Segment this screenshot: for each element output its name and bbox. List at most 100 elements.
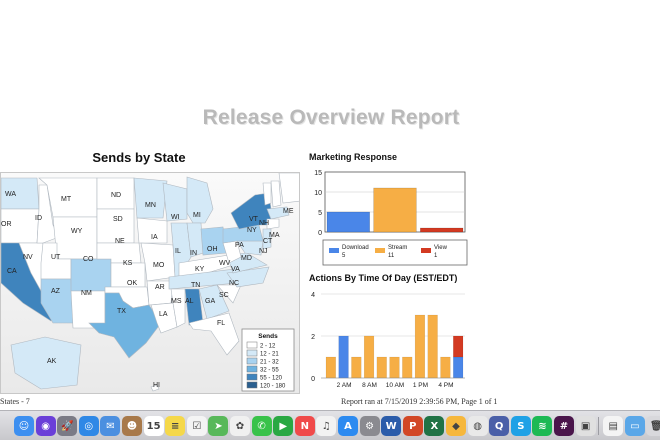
state-label: KS bbox=[123, 260, 133, 267]
marketing-response-title: Marketing Response bbox=[309, 152, 398, 162]
siri-icon[interactable]: ◉ bbox=[35, 416, 56, 436]
state-label: CA bbox=[7, 268, 17, 275]
state-label: MT bbox=[61, 196, 72, 203]
contacts-icon[interactable]: ☻ bbox=[122, 416, 142, 436]
map-legend-swatch bbox=[246, 349, 258, 357]
safari-icon[interactable]: ◎ bbox=[78, 416, 99, 436]
folder-icon[interactable]: ▭ bbox=[624, 416, 645, 436]
map-legend-title: Sends bbox=[258, 333, 278, 340]
y-tick-label: 0 bbox=[311, 376, 315, 383]
sketch-icon[interactable]: ◆ bbox=[446, 416, 466, 436]
map-legend: Sends 2 - 12 12 - 21 21 - 32 32 - 55 55 - 120… bbox=[241, 328, 295, 392]
state-label: NH bbox=[259, 220, 269, 227]
bar-segment bbox=[402, 356, 413, 379]
legend-label: View bbox=[434, 245, 448, 251]
photos-icon[interactable]: ✿ bbox=[230, 416, 250, 436]
calendar-icon[interactable]: 15 bbox=[143, 416, 164, 436]
news-icon[interactable]: N bbox=[294, 416, 315, 436]
bar-segment bbox=[338, 335, 349, 379]
map-legend-label: 32 - 55 bbox=[260, 368, 279, 374]
state-co bbox=[70, 258, 112, 292]
state-me bbox=[278, 173, 299, 204]
state-label: FL bbox=[217, 320, 225, 327]
reminders-icon[interactable]: ☑ bbox=[186, 416, 207, 436]
state-map-panel: WA OR CA NV ID MT WY UT AZ CO NM ND SD NE KS OK TX MN IA MO… bbox=[0, 172, 300, 394]
documents-icon[interactable]: ▤ bbox=[603, 416, 624, 436]
dock-separator bbox=[598, 417, 600, 435]
state-label: KY bbox=[195, 266, 205, 273]
bar-segment bbox=[453, 356, 464, 379]
word-icon[interactable]: W bbox=[381, 416, 402, 436]
state-label: MN bbox=[145, 202, 156, 209]
trash-icon[interactable]: 🗑 bbox=[646, 416, 660, 436]
x-tick-label: 2 AM bbox=[337, 382, 352, 389]
x-tick-label: 1 PM bbox=[413, 382, 428, 389]
state-label: IA bbox=[151, 234, 158, 241]
launchpad-icon[interactable]: 🚀 bbox=[57, 416, 78, 436]
legend-swatch bbox=[375, 248, 385, 253]
bar-segment bbox=[351, 356, 362, 379]
state-label: NM bbox=[81, 290, 92, 297]
time-of-day-chart: 0 2 4 2 AM 8 AM 10 AM 1 PM 4 PM bbox=[311, 292, 465, 389]
map-legend-label: 55 - 120 bbox=[260, 376, 283, 382]
powerpoint-icon[interactable]: P bbox=[402, 416, 423, 436]
facetime-icon[interactable]: ▶ bbox=[273, 416, 294, 436]
legend-label: Stream bbox=[388, 245, 407, 251]
y-tick-label: 4 bbox=[311, 292, 315, 299]
mail-icon[interactable]: ✉ bbox=[100, 416, 121, 436]
map-legend-swatch bbox=[246, 357, 258, 365]
state-label: VT bbox=[249, 216, 259, 223]
finder-icon[interactable]: ☺ bbox=[14, 416, 34, 436]
legend-label: Download bbox=[342, 245, 369, 251]
bar-segment bbox=[440, 356, 451, 379]
state-label: CT bbox=[263, 238, 273, 245]
x-tick-label: 8 AM bbox=[362, 382, 377, 389]
bar-segment bbox=[427, 314, 438, 379]
map-legend-swatch bbox=[246, 381, 258, 389]
state-label: SC bbox=[219, 292, 229, 299]
messages-icon[interactable]: ✆ bbox=[251, 416, 272, 436]
state-label: AK bbox=[47, 358, 57, 365]
chrome-icon[interactable]: ◍ bbox=[467, 416, 488, 436]
state-label: ID bbox=[35, 215, 42, 222]
legend-swatch bbox=[329, 248, 339, 253]
state-label: NC bbox=[229, 280, 239, 287]
maps-icon[interactable]: ➤ bbox=[208, 416, 229, 436]
us-state-map: WA OR CA NV ID MT WY UT AZ CO NM ND SD NE KS OK TX MN IA MO… bbox=[1, 173, 299, 392]
state-label: SD bbox=[113, 216, 123, 223]
slack-icon[interactable]: # bbox=[554, 416, 574, 436]
appstore-icon[interactable]: A bbox=[338, 416, 358, 436]
x-tick-label: 10 AM bbox=[386, 382, 404, 389]
map-legend-label: 120 - 180 bbox=[260, 384, 286, 390]
preview-icon[interactable]: ▣ bbox=[575, 416, 596, 436]
state-label: ND bbox=[111, 192, 121, 199]
state-label: OH bbox=[207, 246, 218, 253]
state-nh bbox=[270, 180, 282, 208]
y-tick-label: 15 bbox=[314, 170, 322, 177]
state-label: AZ bbox=[51, 288, 61, 295]
state-label: CO bbox=[83, 256, 94, 263]
state-ak bbox=[10, 336, 82, 390]
preferences-icon[interactable]: ⚙ bbox=[359, 416, 380, 436]
state-label: LA bbox=[159, 311, 168, 318]
state-label: AL bbox=[185, 298, 194, 305]
map-title: Sends by State bbox=[92, 150, 186, 165]
skype-icon[interactable]: S bbox=[510, 416, 531, 436]
state-label: TX bbox=[117, 308, 126, 315]
music-icon[interactable]: ♫ bbox=[316, 416, 337, 436]
bar-segment bbox=[453, 335, 464, 358]
bar-segment bbox=[389, 356, 400, 379]
quicktime-icon[interactable]: Q bbox=[489, 416, 510, 436]
bar-segment bbox=[414, 314, 426, 379]
state-label: MO bbox=[153, 262, 165, 269]
dock: ☺ ◉ 🚀 ◎ ✉ ☻ 15 ≡ ☑ ➤ ✿ ✆ ▶ N ♫ A ⚙ W P X ◆ ◍ Q S ≋ # ▣ ▤ ▭ 🗑 bbox=[0, 410, 660, 440]
map-legend-swatch bbox=[246, 341, 258, 349]
state-label: ME bbox=[283, 208, 294, 215]
state-wy bbox=[52, 216, 98, 260]
notes-icon[interactable]: ≡ bbox=[165, 416, 186, 436]
excel-icon[interactable]: X bbox=[424, 416, 445, 436]
y-tick-label: 5 bbox=[318, 210, 322, 217]
spotify-icon[interactable]: ≋ bbox=[532, 416, 553, 436]
map-legend-swatch bbox=[246, 373, 258, 381]
map-legend-swatch bbox=[246, 365, 258, 373]
